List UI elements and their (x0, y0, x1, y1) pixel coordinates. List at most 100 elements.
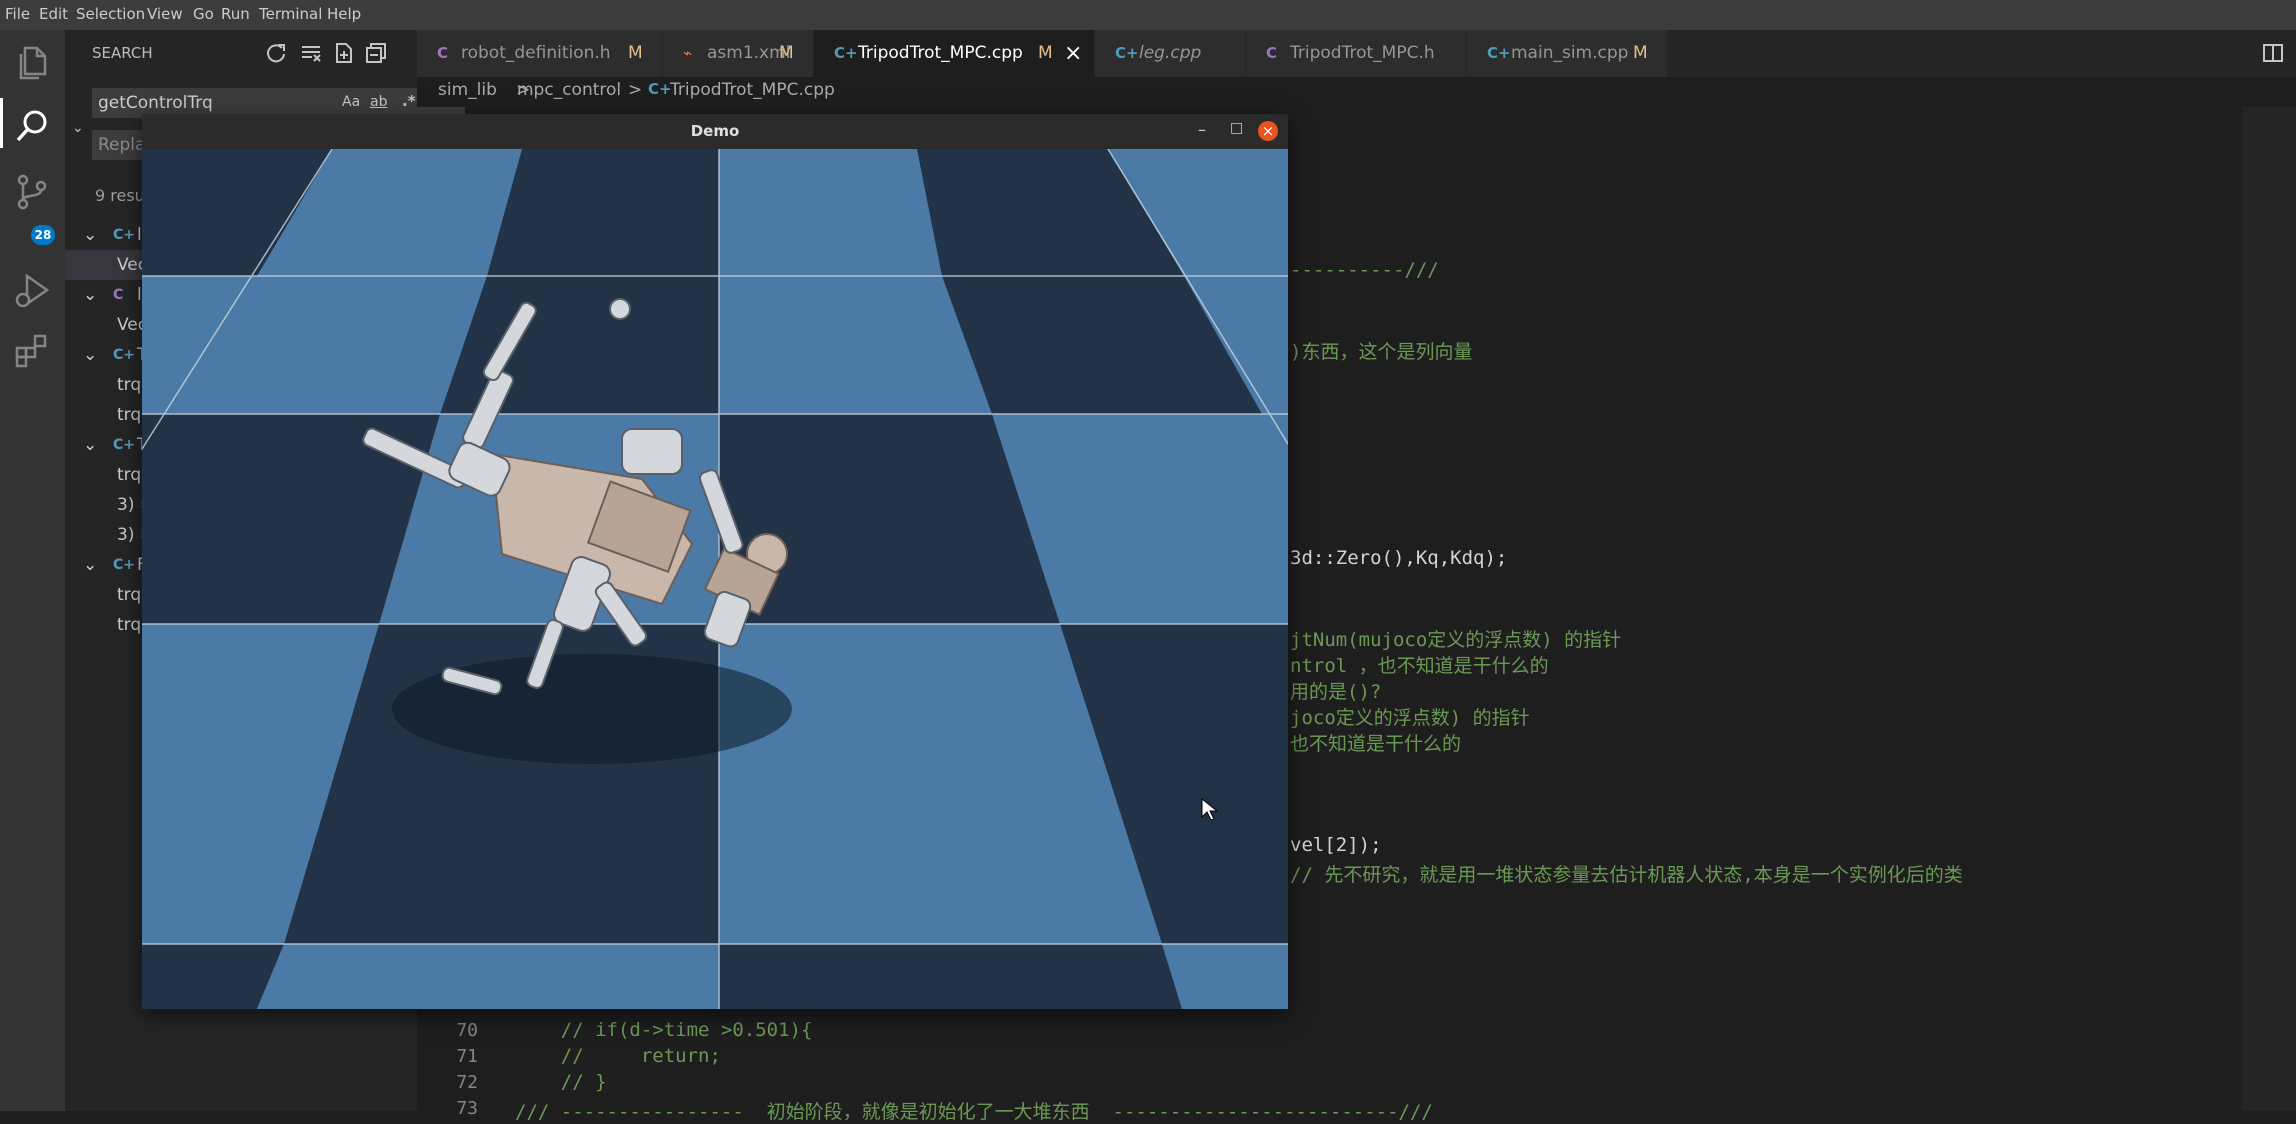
split-icon[interactable] (2262, 42, 2284, 64)
c-file-icon: C (1266, 44, 1278, 62)
result-match-label: trq (117, 585, 142, 605)
line-number: 72 (456, 1072, 478, 1093)
tab-label: robot_definition.h (461, 43, 611, 63)
code-line: // if(d->time >0.501){ (515, 1019, 813, 1041)
menu-terminal[interactable]: Terminal (259, 5, 322, 23)
match-case-toggle[interactable]: Aa (342, 94, 360, 110)
cpp-file-icon: C+ (834, 44, 858, 62)
match-word-toggle[interactable]: ab (370, 94, 387, 110)
code-fragment: vel[2]); (1290, 834, 1382, 856)
regex-toggle[interactable]: .* (402, 92, 416, 110)
line-number: 73 (456, 1098, 478, 1119)
tab-close-icon[interactable]: × (1064, 30, 1082, 77)
clear-icon[interactable] (300, 42, 322, 64)
tab-label: leg.cpp (1139, 43, 1202, 63)
breadcrumb-separator-2: > (628, 80, 643, 100)
new-file-icon[interactable] (333, 42, 355, 64)
code-fragment: 用的是()? (1290, 681, 1382, 703)
menu-view[interactable]: View (147, 5, 183, 23)
tab-3[interactable]: C+ leg.cpp (1095, 30, 1246, 77)
files-icon[interactable] (13, 42, 53, 82)
code-line: // return; (515, 1045, 721, 1067)
menu-file[interactable]: File (5, 5, 30, 23)
chevron-down-icon[interactable]: ⌄ (83, 280, 97, 310)
tab-modified-badge: M (779, 43, 794, 63)
result-match-label: trq (117, 375, 142, 395)
minimap[interactable] (2242, 107, 2296, 1111)
sidebar-title: SEARCH (92, 44, 153, 62)
search-icon[interactable] (13, 106, 53, 146)
tab-modified-badge: M (1038, 43, 1053, 63)
xml-file-icon: ⌁ (683, 44, 693, 62)
code-fragment: // 先不研究，就是用一堆状态参量去估计机器人状态,本身是一个实例化后的类 (1290, 864, 1963, 886)
demo-title: Demo (690, 122, 740, 140)
tab-0[interactable]: Crobot_definition.h M (417, 30, 663, 77)
demo-window[interactable]: Demo – □ × (141, 114, 1289, 1009)
demo-titlebar[interactable]: Demo – □ × (142, 114, 1288, 149)
c-file-icon: C (437, 44, 449, 62)
close-button[interactable]: × (1258, 121, 1278, 141)
chevron-down-icon[interactable]: ⌄ (72, 120, 84, 136)
result-match-label: trq (117, 615, 142, 635)
tab-modified-badge: M (628, 43, 643, 63)
menu-go[interactable]: Go (193, 5, 214, 23)
cpp-file-icon: C+ (648, 80, 672, 98)
line-number: 70 (456, 1020, 478, 1041)
tab-modified-badge: M (1633, 43, 1648, 63)
code-fragment: ntrol ，也不知道是干什么的 (1290, 655, 1549, 677)
c-file-icon: C (113, 287, 124, 303)
search-input-value: getControlTrq (98, 93, 213, 113)
source-control-icon[interactable] (13, 172, 53, 212)
breadcrumb-part-3[interactable]: TripodTrot_MPC.cpp (670, 80, 835, 100)
menu-bar: File Edit Selection View Go Run Terminal… (0, 0, 2296, 30)
code-line: // } (515, 1071, 607, 1093)
extensions-icon[interactable] (13, 330, 53, 370)
chevron-down-icon[interactable]: ⌄ (83, 340, 97, 370)
tab-label: TripodTrot_MPC.h (1290, 43, 1435, 63)
editor-tabs: Crobot_definition.h M ⌁ asm1.xml M C+ TripodTr… (417, 30, 2296, 77)
menu-help[interactable]: Help (327, 5, 361, 23)
checkerboard-floor (141, 148, 1289, 1009)
tab-label: TripodTrot_MPC.cpp (858, 43, 1023, 63)
chevron-down-icon[interactable]: ⌄ (83, 430, 97, 460)
cpp-file-icon: C+ (1115, 44, 1139, 62)
cpp-file-icon: C+ (113, 557, 136, 573)
active-indicator (0, 98, 3, 148)
code-fragment: ----------/// (1290, 259, 1439, 281)
scm-badge: 28 (31, 225, 55, 245)
code-fragment: )东西，这个是列向量 (1290, 341, 1473, 363)
tab-2[interactable]: C+ TripodTrot_MPC.cpp M × (814, 30, 1095, 77)
maximize-button[interactable]: □ (1230, 120, 1243, 136)
menu-selection[interactable]: Selection (76, 5, 145, 23)
menu-edit[interactable]: Edit (39, 5, 68, 23)
result-match-label: trq (117, 405, 142, 425)
line-number: 71 (456, 1046, 478, 1067)
breadcrumb-part-1[interactable]: sim_lib (438, 80, 497, 100)
tab-5[interactable]: C+ main_sim.cpp M (1467, 30, 1668, 77)
tab-1[interactable]: ⌁ asm1.xml M (663, 30, 814, 77)
breadcrumb-part-2[interactable]: mpc_control (517, 80, 621, 100)
run-debug-icon[interactable] (13, 270, 53, 310)
menu-run[interactable]: Run (221, 5, 250, 23)
cpp-file-icon: C+ (113, 227, 136, 243)
tab-label: main_sim.cpp (1511, 43, 1629, 63)
code-fragment: 也不知道是干什么的 (1290, 733, 1462, 755)
code-fragment: joco定义的浮点数) 的指针 (1290, 707, 1530, 729)
code-fragment: 3d::Zero(),Kq,Kdq); (1290, 547, 1508, 569)
results-count: 9 resu (95, 186, 145, 205)
cpp-file-icon: C+ (1487, 44, 1511, 62)
collapse-icon[interactable] (365, 42, 387, 64)
chevron-down-icon[interactable]: ⌄ (83, 220, 97, 250)
chevron-down-icon[interactable]: ⌄ (83, 550, 97, 580)
tab-4[interactable]: C TripodTrot_MPC.h (1246, 30, 1467, 77)
result-match-label: trq (117, 465, 142, 485)
minimize-button[interactable]: – (1198, 120, 1206, 139)
replace-placeholder: Repla (98, 135, 146, 155)
tab-label: asm1.xml (707, 43, 791, 63)
cpp-file-icon: C+ (113, 437, 136, 453)
activity-bar: 28 (0, 30, 65, 1111)
code-fragment: jtNum(mujoco定义的浮点数) 的指针 (1290, 629, 1622, 651)
refresh-icon[interactable] (265, 42, 287, 64)
cpp-file-icon: C+ (113, 347, 136, 363)
simulation-viewport[interactable] (141, 148, 1289, 1009)
